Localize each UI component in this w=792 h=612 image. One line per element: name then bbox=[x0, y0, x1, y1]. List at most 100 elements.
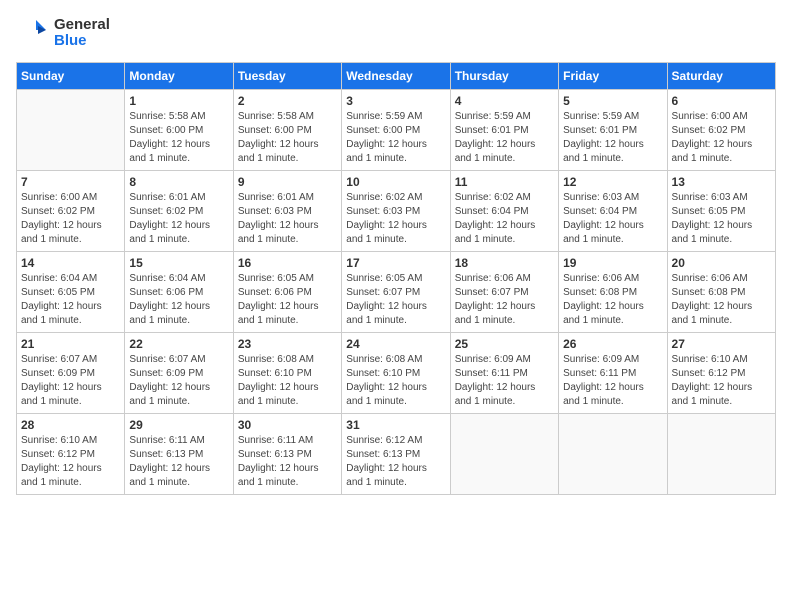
page-header: General Blue bbox=[16, 16, 776, 50]
calendar-cell: 17 Sunrise: 6:05 AM Sunset: 6:07 PM Dayl… bbox=[342, 252, 450, 333]
day-info: Sunrise: 6:02 AM Sunset: 6:04 PM Dayligh… bbox=[455, 191, 554, 247]
calendar-cell bbox=[667, 414, 775, 495]
calendar-cell: 30 Sunrise: 6:11 AM Sunset: 6:13 PM Dayl… bbox=[233, 414, 341, 495]
calendar-cell: 18 Sunrise: 6:06 AM Sunset: 6:07 PM Dayl… bbox=[450, 252, 558, 333]
calendar-cell: 23 Sunrise: 6:08 AM Sunset: 6:10 PM Dayl… bbox=[233, 333, 341, 414]
logo: General Blue bbox=[16, 16, 110, 50]
calendar-cell: 29 Sunrise: 6:11 AM Sunset: 6:13 PM Dayl… bbox=[125, 414, 233, 495]
weekday-header: Thursday bbox=[450, 63, 558, 90]
day-info: Sunrise: 6:03 AM Sunset: 6:04 PM Dayligh… bbox=[563, 191, 662, 247]
calendar-cell: 28 Sunrise: 6:10 AM Sunset: 6:12 PM Dayl… bbox=[17, 414, 125, 495]
calendar-cell: 10 Sunrise: 6:02 AM Sunset: 6:03 PM Dayl… bbox=[342, 171, 450, 252]
day-info: Sunrise: 6:06 AM Sunset: 6:08 PM Dayligh… bbox=[672, 272, 771, 328]
calendar-cell: 21 Sunrise: 6:07 AM Sunset: 6:09 PM Dayl… bbox=[17, 333, 125, 414]
day-info: Sunrise: 6:01 AM Sunset: 6:03 PM Dayligh… bbox=[238, 191, 337, 247]
day-info: Sunrise: 6:06 AM Sunset: 6:07 PM Dayligh… bbox=[455, 272, 554, 328]
day-number: 12 bbox=[563, 175, 662, 189]
calendar-cell: 26 Sunrise: 6:09 AM Sunset: 6:11 PM Dayl… bbox=[559, 333, 667, 414]
calendar-cell: 1 Sunrise: 5:58 AM Sunset: 6:00 PM Dayli… bbox=[125, 90, 233, 171]
calendar-cell: 19 Sunrise: 6:06 AM Sunset: 6:08 PM Dayl… bbox=[559, 252, 667, 333]
day-info: Sunrise: 5:59 AM Sunset: 6:01 PM Dayligh… bbox=[563, 110, 662, 166]
day-info: Sunrise: 6:03 AM Sunset: 6:05 PM Dayligh… bbox=[672, 191, 771, 247]
calendar-cell: 13 Sunrise: 6:03 AM Sunset: 6:05 PM Dayl… bbox=[667, 171, 775, 252]
calendar-cell: 8 Sunrise: 6:01 AM Sunset: 6:02 PM Dayli… bbox=[125, 171, 233, 252]
calendar-cell: 27 Sunrise: 6:10 AM Sunset: 6:12 PM Dayl… bbox=[667, 333, 775, 414]
day-number: 4 bbox=[455, 94, 554, 108]
day-info: Sunrise: 6:09 AM Sunset: 6:11 PM Dayligh… bbox=[455, 353, 554, 409]
weekday-header: Sunday bbox=[17, 63, 125, 90]
day-number: 20 bbox=[672, 256, 771, 270]
calendar-cell bbox=[17, 90, 125, 171]
day-info: Sunrise: 6:06 AM Sunset: 6:08 PM Dayligh… bbox=[563, 272, 662, 328]
weekday-header: Wednesday bbox=[342, 63, 450, 90]
weekday-header: Tuesday bbox=[233, 63, 341, 90]
day-number: 25 bbox=[455, 337, 554, 351]
day-info: Sunrise: 6:07 AM Sunset: 6:09 PM Dayligh… bbox=[21, 353, 120, 409]
day-number: 26 bbox=[563, 337, 662, 351]
day-info: Sunrise: 6:11 AM Sunset: 6:13 PM Dayligh… bbox=[238, 434, 337, 490]
day-info: Sunrise: 6:11 AM Sunset: 6:13 PM Dayligh… bbox=[129, 434, 228, 490]
calendar-cell: 22 Sunrise: 6:07 AM Sunset: 6:09 PM Dayl… bbox=[125, 333, 233, 414]
day-number: 6 bbox=[672, 94, 771, 108]
calendar-cell: 9 Sunrise: 6:01 AM Sunset: 6:03 PM Dayli… bbox=[233, 171, 341, 252]
day-number: 11 bbox=[455, 175, 554, 189]
day-number: 8 bbox=[129, 175, 228, 189]
day-number: 19 bbox=[563, 256, 662, 270]
day-info: Sunrise: 6:04 AM Sunset: 6:05 PM Dayligh… bbox=[21, 272, 120, 328]
day-info: Sunrise: 5:59 AM Sunset: 6:01 PM Dayligh… bbox=[455, 110, 554, 166]
calendar-cell: 31 Sunrise: 6:12 AM Sunset: 6:13 PM Dayl… bbox=[342, 414, 450, 495]
day-info: Sunrise: 6:12 AM Sunset: 6:13 PM Dayligh… bbox=[346, 434, 445, 490]
day-info: Sunrise: 6:01 AM Sunset: 6:02 PM Dayligh… bbox=[129, 191, 228, 247]
calendar-cell: 4 Sunrise: 5:59 AM Sunset: 6:01 PM Dayli… bbox=[450, 90, 558, 171]
day-number: 14 bbox=[21, 256, 120, 270]
weekday-header: Saturday bbox=[667, 63, 775, 90]
day-info: Sunrise: 6:04 AM Sunset: 6:06 PM Dayligh… bbox=[129, 272, 228, 328]
weekday-header: Monday bbox=[125, 63, 233, 90]
day-info: Sunrise: 6:05 AM Sunset: 6:06 PM Dayligh… bbox=[238, 272, 337, 328]
day-number: 29 bbox=[129, 418, 228, 432]
calendar-cell: 11 Sunrise: 6:02 AM Sunset: 6:04 PM Dayl… bbox=[450, 171, 558, 252]
day-info: Sunrise: 6:07 AM Sunset: 6:09 PM Dayligh… bbox=[129, 353, 228, 409]
calendar-table: SundayMondayTuesdayWednesdayThursdayFrid… bbox=[16, 62, 776, 495]
day-number: 27 bbox=[672, 337, 771, 351]
calendar-cell bbox=[450, 414, 558, 495]
logo-bird-icon bbox=[16, 16, 50, 50]
day-info: Sunrise: 6:08 AM Sunset: 6:10 PM Dayligh… bbox=[346, 353, 445, 409]
calendar-cell: 16 Sunrise: 6:05 AM Sunset: 6:06 PM Dayl… bbox=[233, 252, 341, 333]
day-info: Sunrise: 6:10 AM Sunset: 6:12 PM Dayligh… bbox=[672, 353, 771, 409]
day-info: Sunrise: 6:00 AM Sunset: 6:02 PM Dayligh… bbox=[21, 191, 120, 247]
calendar-cell: 7 Sunrise: 6:00 AM Sunset: 6:02 PM Dayli… bbox=[17, 171, 125, 252]
day-number: 15 bbox=[129, 256, 228, 270]
calendar-cell bbox=[559, 414, 667, 495]
calendar-cell: 12 Sunrise: 6:03 AM Sunset: 6:04 PM Dayl… bbox=[559, 171, 667, 252]
day-number: 16 bbox=[238, 256, 337, 270]
calendar-cell: 15 Sunrise: 6:04 AM Sunset: 6:06 PM Dayl… bbox=[125, 252, 233, 333]
calendar-cell: 2 Sunrise: 5:58 AM Sunset: 6:00 PM Dayli… bbox=[233, 90, 341, 171]
day-info: Sunrise: 6:02 AM Sunset: 6:03 PM Dayligh… bbox=[346, 191, 445, 247]
calendar-cell: 25 Sunrise: 6:09 AM Sunset: 6:11 PM Dayl… bbox=[450, 333, 558, 414]
day-number: 9 bbox=[238, 175, 337, 189]
day-info: Sunrise: 6:05 AM Sunset: 6:07 PM Dayligh… bbox=[346, 272, 445, 328]
day-number: 30 bbox=[238, 418, 337, 432]
day-info: Sunrise: 6:00 AM Sunset: 6:02 PM Dayligh… bbox=[672, 110, 771, 166]
day-info: Sunrise: 6:10 AM Sunset: 6:12 PM Dayligh… bbox=[21, 434, 120, 490]
day-number: 17 bbox=[346, 256, 445, 270]
day-info: Sunrise: 5:58 AM Sunset: 6:00 PM Dayligh… bbox=[129, 110, 228, 166]
day-number: 22 bbox=[129, 337, 228, 351]
calendar-cell: 20 Sunrise: 6:06 AM Sunset: 6:08 PM Dayl… bbox=[667, 252, 775, 333]
day-number: 24 bbox=[346, 337, 445, 351]
day-number: 13 bbox=[672, 175, 771, 189]
day-number: 10 bbox=[346, 175, 445, 189]
calendar-cell: 14 Sunrise: 6:04 AM Sunset: 6:05 PM Dayl… bbox=[17, 252, 125, 333]
day-info: Sunrise: 6:08 AM Sunset: 6:10 PM Dayligh… bbox=[238, 353, 337, 409]
day-number: 3 bbox=[346, 94, 445, 108]
day-number: 28 bbox=[21, 418, 120, 432]
day-info: Sunrise: 5:59 AM Sunset: 6:00 PM Dayligh… bbox=[346, 110, 445, 166]
day-info: Sunrise: 6:09 AM Sunset: 6:11 PM Dayligh… bbox=[563, 353, 662, 409]
day-number: 2 bbox=[238, 94, 337, 108]
calendar-cell: 3 Sunrise: 5:59 AM Sunset: 6:00 PM Dayli… bbox=[342, 90, 450, 171]
calendar-cell: 24 Sunrise: 6:08 AM Sunset: 6:10 PM Dayl… bbox=[342, 333, 450, 414]
calendar-cell: 6 Sunrise: 6:00 AM Sunset: 6:02 PM Dayli… bbox=[667, 90, 775, 171]
day-number: 5 bbox=[563, 94, 662, 108]
day-number: 21 bbox=[21, 337, 120, 351]
